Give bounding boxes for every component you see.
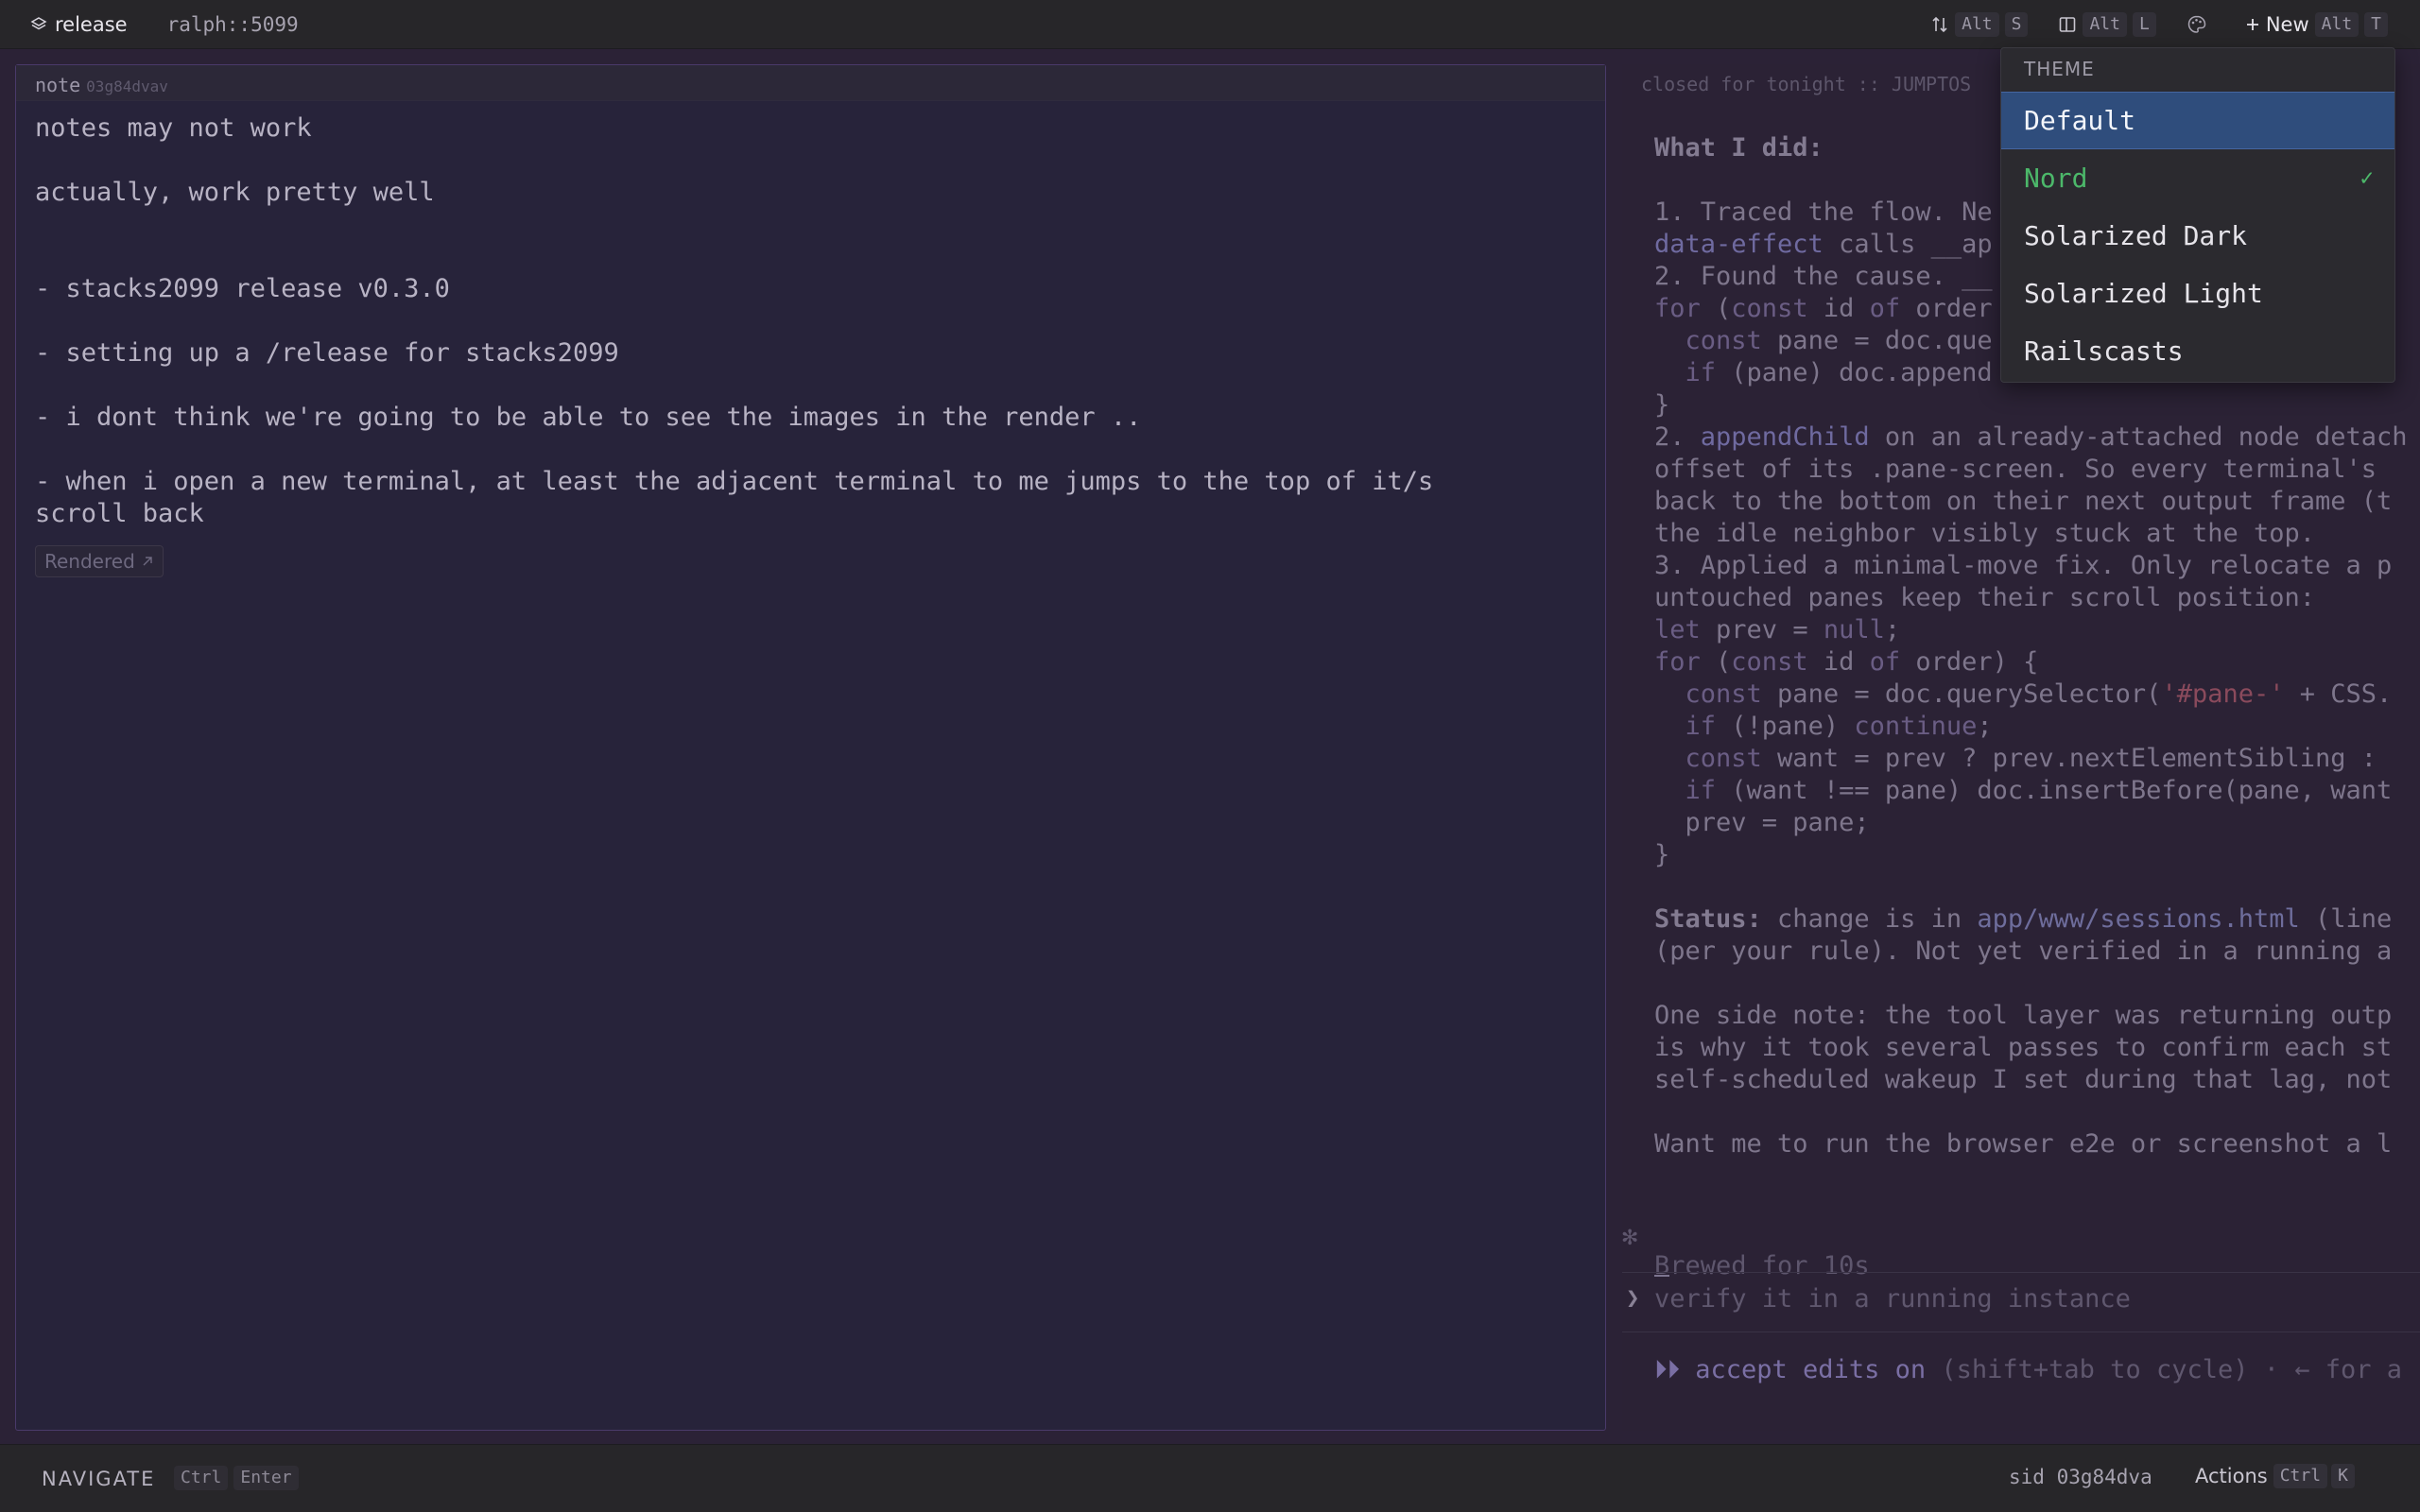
accept-edits-label: accept edits on bbox=[1695, 1355, 1927, 1384]
mode-shortcut: Ctrl Enter bbox=[174, 1466, 304, 1490]
split-layout-icon bbox=[2060, 17, 2076, 32]
note-line: - i dont think we're going to be able to… bbox=[35, 403, 1142, 432]
layers-icon bbox=[30, 16, 47, 29]
key-enter: Enter bbox=[233, 1466, 299, 1490]
new-key-alt: Alt bbox=[2314, 12, 2360, 37]
layout-key-l: L bbox=[2132, 12, 2156, 37]
note-line: notes may not work bbox=[35, 113, 312, 143]
note-label: note bbox=[35, 74, 81, 96]
note-line: - setting up a /release for stacks2099 bbox=[35, 338, 619, 368]
note-header: note 03g84dvav bbox=[16, 65, 1605, 101]
asterisk-icon: ✻ bbox=[1622, 1222, 1638, 1251]
key-ctrl: Ctrl bbox=[2273, 1464, 2328, 1488]
project-name: release bbox=[55, 12, 128, 36]
new-terminal-button[interactable]: New Alt T bbox=[2245, 0, 2388, 49]
note-pane[interactable]: note 03g84dvav notes may not work actual… bbox=[15, 64, 1606, 1431]
external-arrow-icon bbox=[143, 557, 152, 566]
theme-button[interactable] bbox=[2187, 0, 2207, 49]
actions-label: Actions bbox=[2195, 1465, 2268, 1487]
theme-option-solarized-dark[interactable]: Solarized Dark bbox=[2001, 207, 2394, 265]
plus-icon bbox=[2246, 19, 2258, 30]
accept-edits-hint: (shift+tab to cycle) · ← for a bbox=[1941, 1355, 2403, 1384]
note-line: - stacks2099 release v0.3.0 bbox=[35, 274, 450, 303]
palette-icon bbox=[2187, 15, 2206, 33]
actions-button[interactable]: Actions Ctrl K bbox=[2195, 1464, 2355, 1488]
key-k: K bbox=[2331, 1464, 2355, 1488]
sort-key-s: S bbox=[2004, 12, 2029, 37]
note-line: scroll back bbox=[35, 499, 204, 528]
note-line: actually, work pretty well bbox=[35, 178, 435, 207]
workspace: note 03g84dvav notes may not work actual… bbox=[0, 47, 2420, 1444]
project-button[interactable]: release bbox=[30, 13, 128, 36]
mode-indicator: NAVIGATE bbox=[42, 1468, 156, 1490]
sort-key-alt: Alt bbox=[1955, 12, 1999, 37]
status-bar: NAVIGATE Ctrl Enter sid 03g84dva Actions… bbox=[0, 1444, 2420, 1512]
new-button-label: New bbox=[2265, 13, 2309, 36]
theme-option-nord[interactable]: Nord ✓ bbox=[2001, 149, 2394, 207]
note-line: - when i open a new terminal, at least t… bbox=[35, 467, 1434, 496]
theme-option-default[interactable]: Default bbox=[2001, 92, 2394, 149]
terminal-input[interactable]: ❯ verify it in a running instance bbox=[1622, 1272, 2420, 1332]
layout-button[interactable]: Alt L bbox=[2058, 0, 2156, 49]
theme-menu: THEME Default Nord ✓ Solarized Dark Sola… bbox=[2000, 47, 2395, 383]
check-icon: ✓ bbox=[2360, 164, 2374, 191]
theme-option-solarized-light[interactable]: Solarized Light bbox=[2001, 265, 2394, 322]
prompt-chevron-icon: ❯ bbox=[1626, 1284, 1640, 1311]
session-name[interactable]: ralph::5099 bbox=[167, 13, 299, 36]
cursor bbox=[1654, 1275, 1669, 1277]
session-id: sid 03g84dva bbox=[2009, 1466, 2152, 1488]
top-bar: release ralph::5099 Alt S Alt L New Alt … bbox=[0, 0, 2420, 49]
note-id: 03g84dvav bbox=[86, 77, 168, 95]
sort-button[interactable]: Alt S bbox=[1930, 0, 2029, 49]
accept-edits-status: ⏵⏵ accept edits on (shift+tab to cycle) … bbox=[1654, 1355, 2402, 1385]
sort-arrows-icon bbox=[1932, 16, 1947, 33]
note-editor[interactable]: notes may not work actually, work pretty… bbox=[16, 101, 1605, 577]
rendered-label: Rendered bbox=[44, 550, 135, 573]
fast-forward-icon: ⏵⏵ bbox=[1654, 1355, 1696, 1384]
theme-menu-heading: THEME bbox=[2024, 58, 2095, 80]
key-ctrl: Ctrl bbox=[174, 1466, 229, 1490]
layout-key-alt: Alt bbox=[2083, 12, 2127, 37]
terminal-input-text: verify it in a running instance bbox=[1654, 1284, 2131, 1314]
theme-option-railscasts[interactable]: Railscasts bbox=[2001, 322, 2394, 380]
new-key-t: T bbox=[2364, 12, 2388, 37]
rendered-toggle-button[interactable]: Rendered bbox=[35, 545, 164, 577]
